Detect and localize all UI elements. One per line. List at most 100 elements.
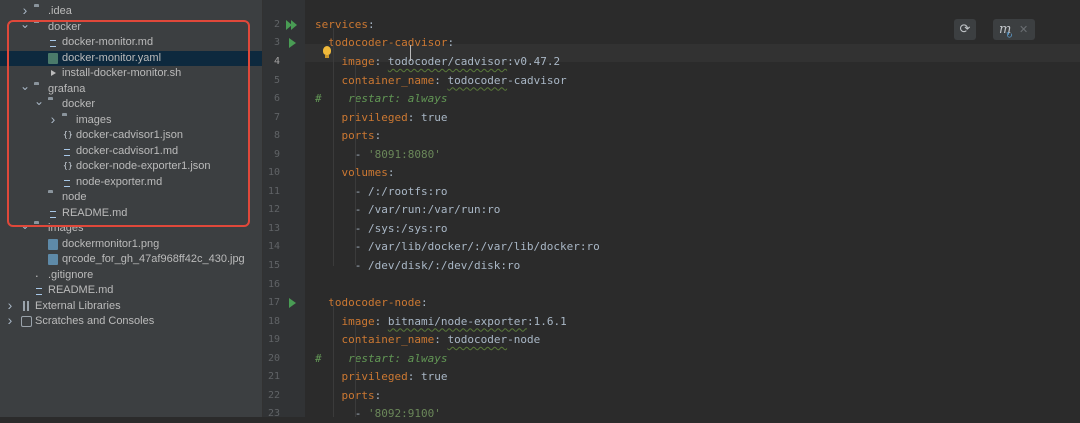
- code-line: # restart: always: [315, 350, 447, 368]
- code-token: todocoder-cadvisor: [328, 36, 448, 50]
- close-icon[interactable]: ✕: [1019, 19, 1028, 40]
- line-number: 3: [273, 37, 280, 49]
- code-token: :: [374, 314, 388, 328]
- code-token: image: [341, 314, 375, 328]
- code-line: - /var/run:/var/run:ro: [315, 201, 501, 219]
- code-line: - /:/rootfs:ro: [315, 183, 448, 201]
- code-token: # restart: always: [315, 92, 448, 106]
- code-line: image: todocoder/cadvisor:v0.47.2: [315, 53, 561, 71]
- code-token: todocoder-node: [328, 296, 421, 310]
- code-token: '8091:8080': [367, 147, 441, 161]
- code-token: :: [434, 73, 448, 87]
- reload-icon: ⟳: [959, 22, 971, 37]
- load-maven-changes-button[interactable]: m ↻ ✕: [993, 19, 1035, 40]
- code-line: image: bitnami/node-exporter:1.6.1: [315, 313, 567, 331]
- run-icon[interactable]: [289, 298, 296, 309]
- tree-file[interactable]: qrcode_for_gh_47af968ff42c_430.jpg: [0, 252, 262, 268]
- code-token: - /:/rootfs:ro: [315, 184, 448, 198]
- highlight-box: [7, 20, 250, 227]
- maven-reload-badge-icon: ↻: [1006, 31, 1013, 40]
- line-number: 19: [267, 334, 280, 346]
- line-number: 14: [267, 241, 280, 253]
- code-token: :: [447, 36, 455, 50]
- code-token: :: [420, 296, 428, 310]
- reload-button[interactable]: ⟳: [954, 19, 976, 40]
- tree-item-label: .gitignore: [48, 268, 94, 281]
- line-number: 12: [267, 204, 280, 216]
- tree-folder[interactable]: › .idea: [0, 3, 262, 20]
- code-editor[interactable]: version: services: todocoder-cadvisor: i…: [305, 0, 1080, 421]
- tree-item-label: qrcode_for_gh_47af968ff42c_430.jpg: [62, 253, 245, 265]
- project-tree-panel: › .idea ⌄ docker docker-monitor.md docker-mon…: [0, 0, 262, 417]
- code-token: -: [315, 147, 368, 161]
- code-token: -node: [507, 333, 541, 347]
- code-line: version:: [312, 0, 372, 3]
- tree-file[interactable]: README.md: [0, 283, 262, 299]
- tree-item-label: dockermonitor1.png: [62, 237, 160, 250]
- code-token: todocoder/cadvisor: [387, 54, 508, 68]
- code-line: ports:: [315, 127, 382, 145]
- code-token: : true: [407, 110, 448, 124]
- code-token: todocoder: [447, 333, 508, 347]
- line-number: 15: [267, 260, 280, 272]
- code-line: todocoder-cadvisor:: [315, 34, 454, 52]
- code-line: todocoder-node:: [315, 294, 428, 312]
- run-all-icon[interactable]: [286, 19, 300, 30]
- tree-file[interactable]: › External Libraries: [0, 298, 262, 315]
- tree-file[interactable]: dockermonitor1.png: [0, 237, 262, 253]
- tree-item-label: Scratches and Consoles: [35, 315, 155, 327]
- code-token: ports: [341, 129, 375, 143]
- code-token: volumes: [341, 166, 388, 180]
- line-number: 5: [273, 74, 280, 86]
- code-token: :: [434, 333, 448, 347]
- code-token: :: [387, 166, 395, 180]
- code-token: : true: [407, 370, 448, 384]
- code-token: :1.6.1: [526, 314, 567, 328]
- scratches-icon: [21, 316, 32, 327]
- tree-file[interactable]: › Scratches and Consoles: [0, 313, 262, 330]
- line-number: 20: [267, 352, 280, 364]
- code-token: :v0.47.2: [507, 54, 561, 68]
- line-number: 8: [273, 130, 280, 142]
- code-line: privileged: true: [315, 368, 448, 386]
- tree-item-label: .idea: [48, 5, 72, 17]
- code-token: privileged: [341, 370, 408, 384]
- indent-guide: [333, 300, 334, 417]
- indent-guide: [355, 320, 356, 417]
- code-token: - /var/run:/var/run:ro: [315, 203, 501, 217]
- chevron-right-icon[interactable]: ›: [5, 313, 15, 329]
- lightbulb-icon[interactable]: [322, 45, 332, 61]
- line-number: 17: [267, 297, 280, 309]
- code-token: ports: [341, 388, 375, 402]
- code-token: :: [367, 17, 375, 31]
- code-token: services: [315, 17, 368, 31]
- run-icon[interactable]: [289, 38, 296, 49]
- line-number: 16: [267, 278, 280, 290]
- code-token: :: [374, 129, 382, 143]
- code-token: todocoder: [447, 73, 508, 87]
- line-number: 11: [267, 185, 280, 197]
- code-token: - /sys:/sys:ro: [315, 221, 448, 235]
- code-token: -cadvisor: [507, 73, 567, 87]
- indent-guide: [355, 60, 356, 265]
- code-token: bitnami/node-exporter: [387, 314, 527, 328]
- tree-file[interactable]: .gitignore: [0, 268, 262, 284]
- code-token: image: [341, 54, 375, 68]
- code-token: '8092:9100': [367, 407, 441, 421]
- text-caret: [410, 45, 411, 61]
- code-token: privileged: [341, 110, 408, 124]
- code-token: :: [374, 54, 388, 68]
- image-file-icon: [48, 238, 58, 250]
- code-token: - /var/lib/docker/:/var/lib/docker:ro: [315, 240, 600, 254]
- tree-item-label: README.md: [48, 284, 114, 296]
- line-number: 23: [267, 408, 280, 420]
- tree-item-label: External Libraries: [35, 299, 121, 312]
- line-number: 10: [267, 167, 280, 179]
